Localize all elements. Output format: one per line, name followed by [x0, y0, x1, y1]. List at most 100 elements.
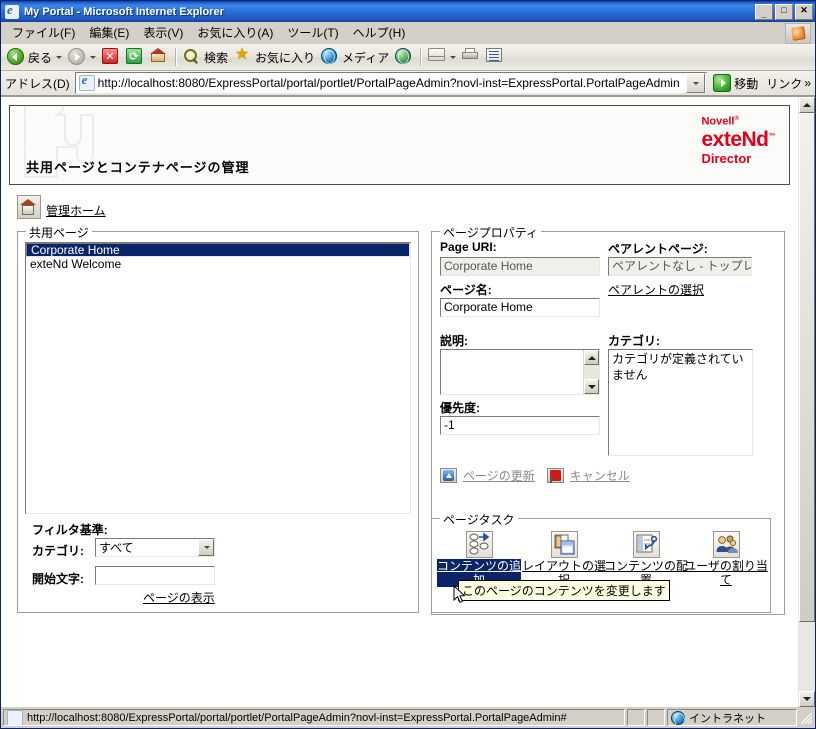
back-button[interactable]: 戻る — [4, 46, 65, 68]
scrollbar-thumb[interactable] — [799, 113, 815, 622]
history-icon — [395, 48, 413, 66]
forward-button[interactable] — [65, 46, 99, 68]
priority-input[interactable]: -1 — [440, 416, 600, 435]
forward-icon — [68, 48, 86, 66]
scroll-up-icon[interactable] — [584, 350, 599, 365]
status-url-text: http://localhost:8080/ExpressPortal/port… — [27, 711, 567, 724]
page-properties-legend: ページプロパティ — [440, 224, 542, 241]
favorites-star-icon: ★ — [234, 46, 250, 63]
stop-icon: ✕ — [102, 48, 120, 66]
scrollbar-track[interactable] — [799, 113, 815, 691]
mail-icon — [428, 48, 446, 66]
task-arrange-content[interactable]: コンテンツの配置 — [604, 531, 688, 587]
parent-page-input: ペアレントなし - トップレベル — [608, 257, 752, 276]
menu-item-help[interactable]: ヘルプ(H) — [346, 22, 413, 43]
page-scrollbar-vertical[interactable] — [798, 97, 815, 707]
home-icon — [150, 48, 168, 66]
scroll-up-button[interactable] — [799, 97, 815, 113]
parent-page-label: ペアレントページ: — [608, 242, 708, 256]
task-select-layout[interactable]: レイアウトの選択 — [522, 531, 606, 587]
history-button[interactable] — [392, 46, 416, 68]
chevron-down-icon[interactable] — [198, 539, 214, 556]
go-button[interactable]: 移動 — [710, 72, 761, 94]
scroll-down-icon[interactable] — [584, 379, 599, 394]
category-listbox[interactable]: カテゴリが定義されていません — [608, 349, 753, 456]
task-add-content[interactable]: コンテンツの追加 — [437, 531, 521, 587]
page-uri-input: Corporate Home — [440, 257, 600, 276]
task-assign-users[interactable]: ユーザの割り当て — [684, 531, 768, 587]
address-label: アドレス(D) — [5, 76, 70, 91]
stop-button[interactable]: ✕ — [99, 46, 123, 68]
select-parent-link[interactable]: ペアレントの選択 — [608, 281, 704, 298]
back-label: 戻る — [28, 50, 53, 65]
media-label: メディア — [342, 50, 390, 65]
close-icon: ✕ — [800, 5, 808, 15]
update-page-button[interactable]: ページの更新 — [463, 467, 535, 484]
add-content-icon — [465, 531, 493, 558]
links-label: リンク — [766, 76, 803, 91]
list-item[interactable]: exteNd Welcome — [26, 257, 410, 271]
back-icon — [7, 48, 25, 66]
links-bar[interactable]: リンク » — [764, 75, 813, 92]
address-dropdown-button[interactable] — [686, 73, 706, 93]
maximize-button[interactable]: □ — [775, 3, 793, 20]
back-history-chevron-down-icon[interactable] — [56, 55, 63, 59]
navigation-toolbar: 戻る ✕ ⟳ 検索 ★ お気に入り メディア — [1, 44, 815, 71]
scroll-down-button[interactable] — [799, 691, 815, 707]
update-page-icon[interactable] — [440, 468, 457, 483]
menu-item-file[interactable]: ファイル(F) — [5, 22, 82, 43]
media-button[interactable]: メディア — [318, 46, 392, 68]
security-zone-icon — [671, 710, 685, 725]
minimize-button[interactable]: _ — [755, 3, 773, 20]
close-button[interactable]: ✕ — [795, 3, 813, 20]
favorites-button[interactable]: ★ お気に入り — [231, 46, 318, 68]
mail-chevron-down-icon[interactable] — [450, 55, 457, 59]
links-chevron-icon[interactable]: » — [804, 76, 811, 90]
resize-grip-icon[interactable] — [799, 711, 813, 725]
status-zone-text: イントラネット — [689, 712, 766, 725]
mouse-cursor-icon — [453, 585, 465, 604]
status-url-cell: http://localhost:8080/ExpressPortal/port… — [3, 709, 625, 726]
menu-item-view[interactable]: 表示(V) — [136, 22, 190, 43]
search-label: 検索 — [204, 50, 229, 65]
mail-button[interactable] — [425, 46, 459, 68]
home-button[interactable] — [147, 46, 171, 68]
menu-bar: ファイル(F) 編集(E) 表示(V) お気に入り(A) ツール(T) ヘルプ(… — [1, 22, 815, 44]
filter-startswith-input[interactable] — [95, 566, 215, 585]
page-banner: 共用ページとコンテナページの管理 Novell® exteNd™ Directo… — [9, 105, 790, 185]
window-title: My Portal - Microsoft Internet Explorer — [24, 5, 224, 18]
status-cell-spacer-1 — [627, 709, 645, 726]
description-textarea[interactable] — [440, 349, 600, 395]
page-favicon-icon — [78, 75, 95, 91]
logo-brand-mark: ® — [734, 116, 739, 122]
page-title: 共用ページとコンテナページの管理 — [26, 160, 250, 175]
media-icon — [321, 48, 339, 66]
list-item[interactable]: Corporate Home — [26, 243, 410, 257]
cancel-button[interactable]: キャンセル — [570, 467, 630, 484]
go-label: 移動 — [734, 76, 759, 91]
admin-home-label[interactable]: 管理ホーム — [46, 202, 106, 219]
admin-home-link[interactable]: 管理ホーム — [17, 195, 106, 219]
page-name-input[interactable]: Corporate Home — [440, 298, 600, 317]
print-button[interactable] — [459, 46, 483, 68]
forward-history-chevron-down-icon[interactable] — [90, 55, 97, 59]
refresh-button[interactable]: ⟳ — [123, 46, 147, 68]
menu-item-edit[interactable]: 編集(E) — [82, 22, 136, 43]
edit-button[interactable] — [483, 46, 507, 68]
search-button[interactable]: 検索 — [180, 46, 231, 68]
filter-title: フィルタ基準: — [32, 523, 108, 537]
browser-viewport: 共用ページとコンテナページの管理 Novell® exteNd™ Directo… — [1, 96, 815, 707]
status-page-icon — [7, 710, 23, 725]
minimize-icon: _ — [761, 9, 767, 19]
shared-pages-listbox[interactable]: Corporate Home exteNd Welcome — [25, 242, 411, 514]
show-pages-link[interactable]: ページの表示 — [143, 589, 215, 606]
address-input[interactable]: http://localhost:8080/ExpressPortal/port… — [74, 72, 708, 94]
menu-item-tools[interactable]: ツール(T) — [280, 22, 345, 43]
address-bar: アドレス(D) http://localhost:8080/ExpressPor… — [1, 71, 815, 96]
description-scrollbar[interactable] — [583, 350, 599, 394]
filter-category-select[interactable]: すべて — [95, 538, 215, 557]
menu-item-favorites[interactable]: お気に入り(A) — [190, 22, 280, 43]
cancel-icon[interactable] — [546, 468, 564, 483]
task-tooltip: このページのコンテンツを変更します — [458, 580, 670, 601]
task-assign-users-label[interactable]: ユーザの割り当て — [684, 559, 768, 587]
